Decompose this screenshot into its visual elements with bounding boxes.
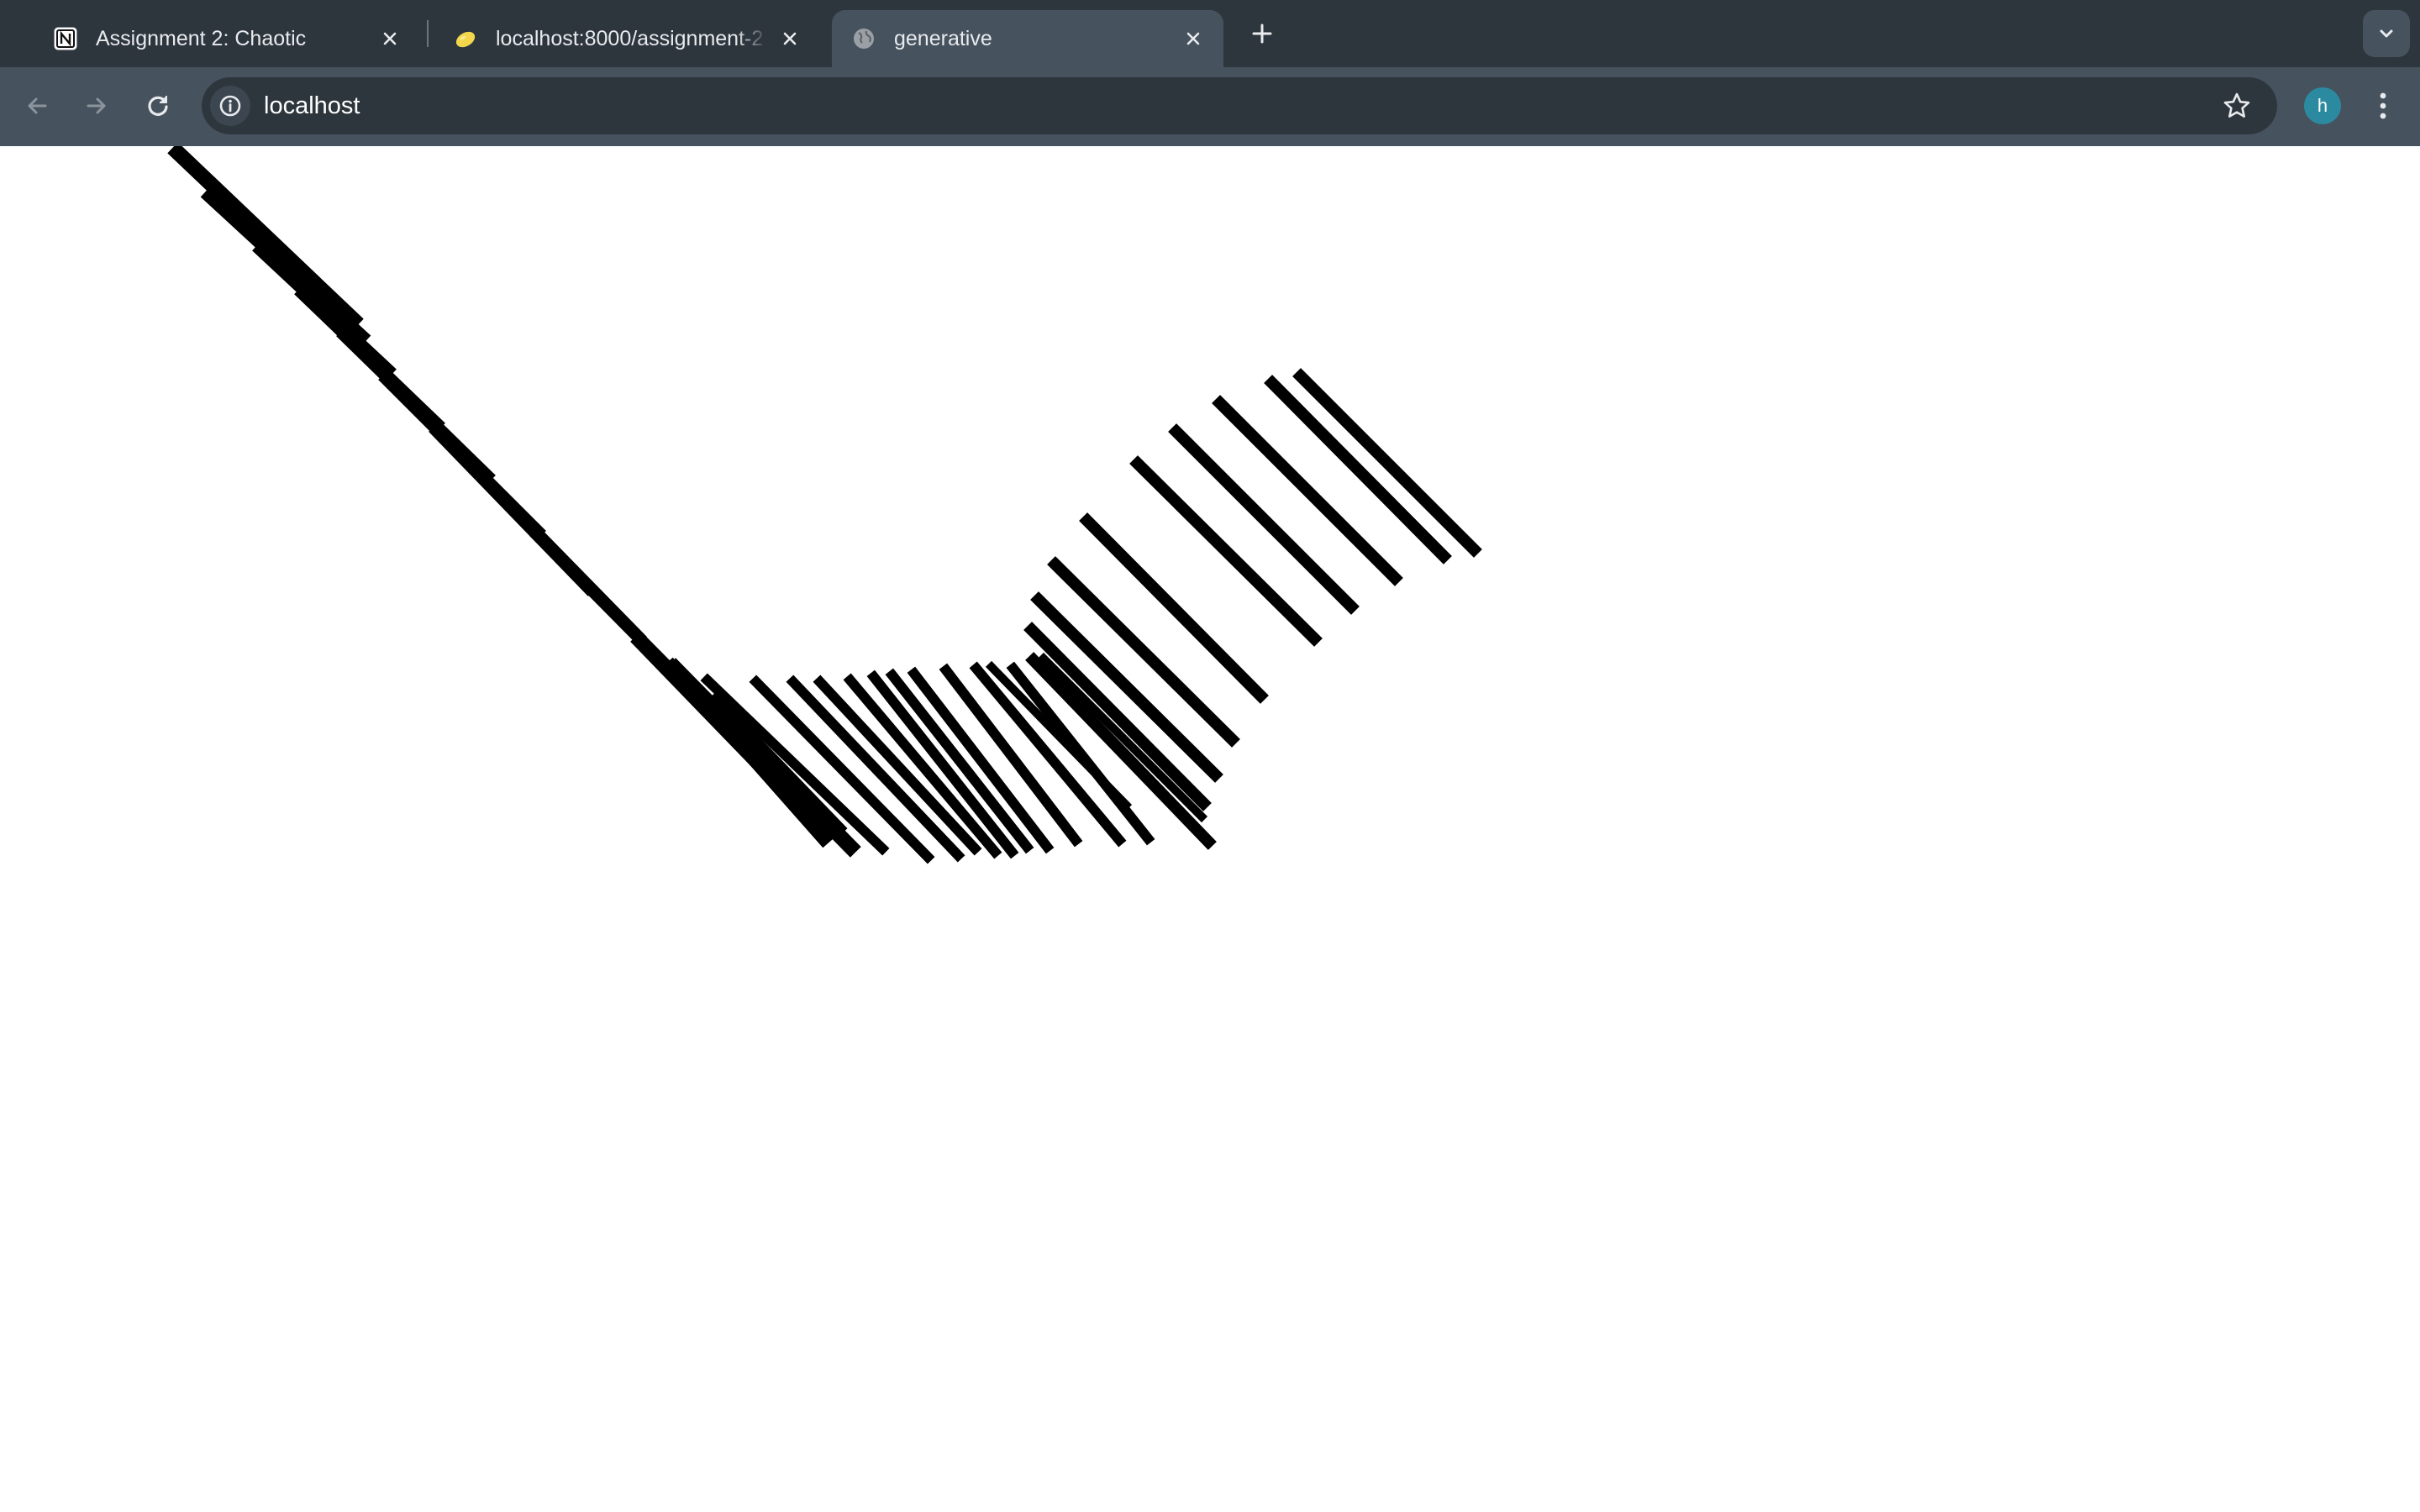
tab-search-button[interactable] [2363,10,2410,57]
tab-title: generative [894,26,992,50]
sketch-stroke [1212,395,1403,586]
forward-button[interactable] [76,86,117,126]
forward-arrow-icon [87,97,106,114]
tab-title: localhost:8000/assignment-2 [496,26,764,50]
site-info-button[interactable] [210,86,250,126]
bookmark-button[interactable] [2220,89,2254,123]
url-text[interactable]: localhost [264,77,360,134]
sketch-stroke [700,673,890,856]
close-tab-icon[interactable] [776,25,803,52]
address-bar[interactable]: localhost [202,77,2277,134]
reload-icon [148,96,168,116]
back-button[interactable] [17,86,57,126]
generative-sketch-canvas[interactable] [0,146,2420,1512]
lemon-icon [452,25,479,52]
sketch-stroke [1292,368,1482,558]
sketch-stroke [167,146,364,330]
profile-avatar[interactable]: h [2304,87,2341,124]
browser-window-frame: Assignment 2: Chaotic localhost:8000/ass… [0,0,2420,146]
plus-icon [1252,24,1272,44]
tab-strip: Assignment 2: Chaotic localhost:8000/ass… [0,0,2420,67]
page-viewport [0,146,2420,1512]
tab-localhost-assignment[interactable]: localhost:8000/assignment-2 [434,10,820,67]
new-tab-button[interactable] [1240,15,1284,52]
info-icon [219,95,241,117]
tab-title: Assignment 2: Chaotic [96,26,307,50]
kebab-menu-icon [2380,92,2386,119]
tab-separator [427,20,429,47]
reload-button[interactable] [138,86,178,126]
chevron-down-icon [2380,29,2393,38]
back-arrow-icon [28,97,47,114]
globe-icon [850,25,877,52]
browser-menu-button[interactable] [2368,86,2398,126]
tab-assignment-2[interactable]: Assignment 2: Chaotic [34,10,420,67]
star-icon [2223,92,2250,118]
tab-generative[interactable]: generative [832,10,1223,67]
close-tab-icon[interactable] [376,25,403,52]
close-tab-icon[interactable] [1180,25,1207,52]
notion-icon [52,25,79,52]
sketch-stroke [1264,375,1452,564]
